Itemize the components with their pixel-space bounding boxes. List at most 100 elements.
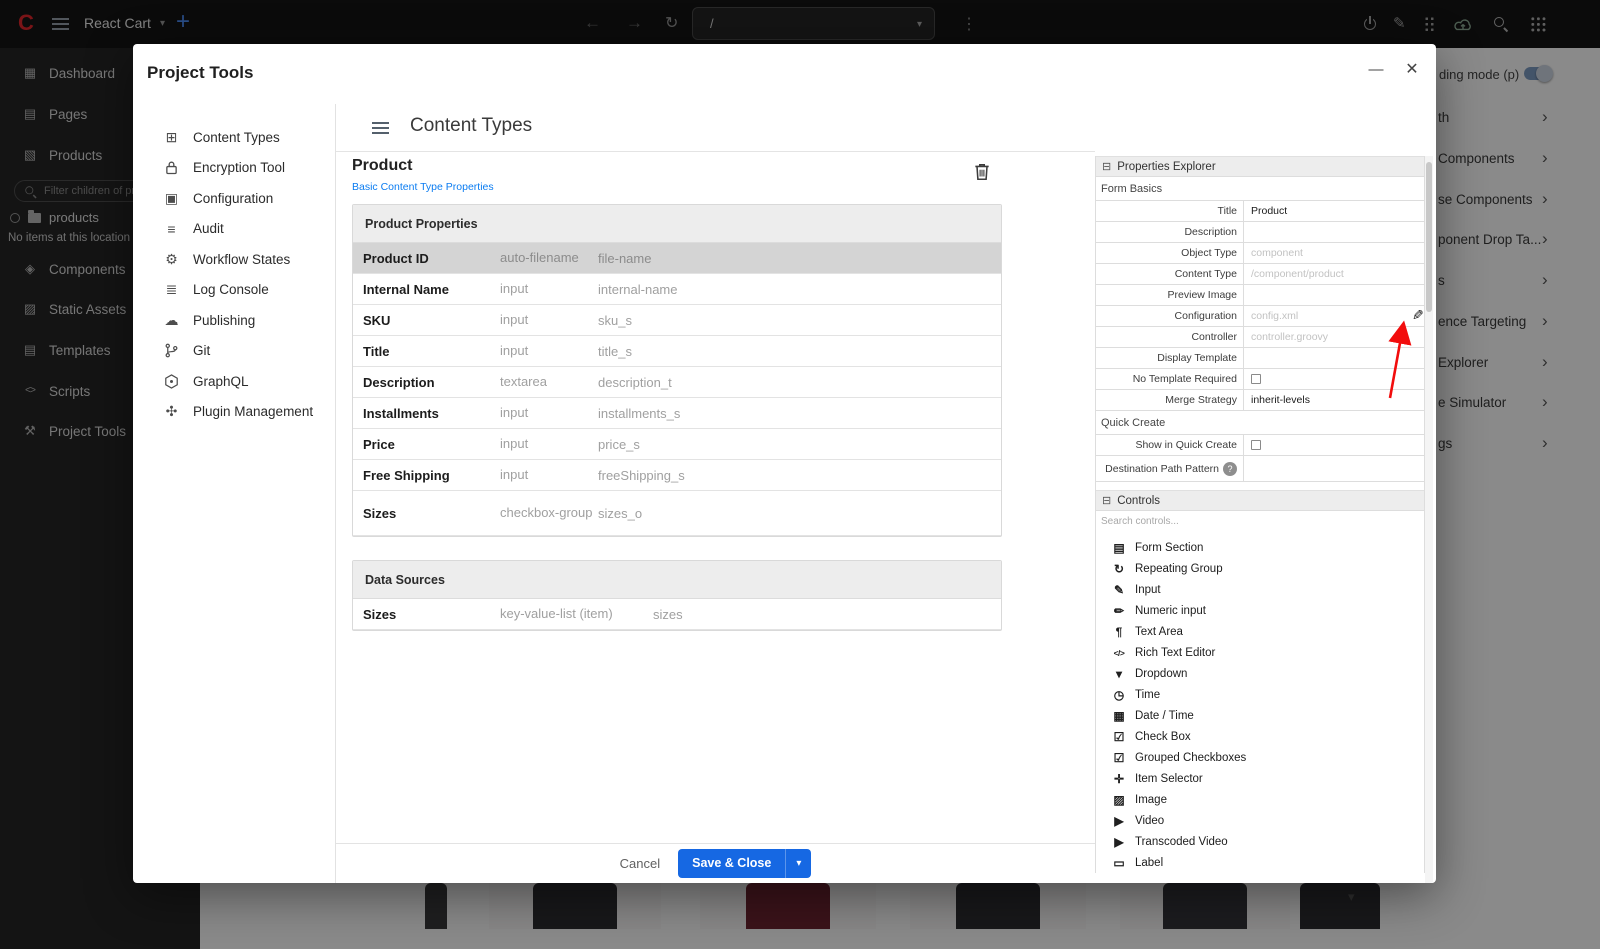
text-area-icon: ¶ xyxy=(1111,625,1127,639)
control-item[interactable]: ✛ Item Selector xyxy=(1096,768,1424,789)
control-item[interactable]: ✎ Input xyxy=(1096,579,1424,600)
cloud-icon: ☁ xyxy=(163,312,180,329)
property-value[interactable]: ✎ xyxy=(1244,456,1424,481)
cancel-button[interactable]: Cancel xyxy=(620,856,660,871)
property-row: Preview Image? ✎ xyxy=(1096,285,1424,306)
explorer-scrollbar[interactable] xyxy=(1425,156,1433,883)
properties-explorer: ⊟ Properties Explorer Form Basics Title?… xyxy=(1095,156,1425,873)
control-item[interactable]: ▨ Image xyxy=(1096,789,1424,810)
nav-workflow-states[interactable]: ⚙ Workflow States xyxy=(133,244,335,275)
property-value[interactable]: ✎ xyxy=(1244,222,1424,242)
nav-encryption-tool[interactable]: Encryption Tool xyxy=(133,153,335,184)
control-item[interactable]: ▭ Label xyxy=(1096,852,1424,873)
property-row: Object Type? component ✎ xyxy=(1096,243,1424,264)
nav-content-types[interactable]: ⊞ Content Types xyxy=(133,122,335,153)
dropdown-icon: ▾ xyxy=(1111,667,1127,681)
item-selector-icon: ✛ xyxy=(1111,772,1127,786)
nav-git[interactable]: Git xyxy=(133,336,335,367)
image-icon: ▨ xyxy=(1111,793,1127,807)
content-types-menu-icon[interactable] xyxy=(372,122,389,134)
controls-search xyxy=(1096,511,1424,529)
control-item[interactable]: ↻ Repeating Group xyxy=(1096,558,1424,579)
scrollbar-thumb[interactable] xyxy=(1426,162,1432,312)
property-value[interactable]: /component/product ✎ xyxy=(1244,264,1424,284)
collapse-icon[interactable]: ⊟ xyxy=(1102,494,1111,507)
gear-icon: ⚙ xyxy=(163,251,180,268)
control-item[interactable]: ¶ Text Area xyxy=(1096,621,1424,642)
form-section-icon: ▤ xyxy=(1111,541,1127,555)
property-value[interactable]: ✎ xyxy=(1244,435,1424,455)
input-icon: ✎ xyxy=(1111,583,1127,597)
field-row[interactable]: Installments input installments_s xyxy=(353,398,1001,429)
property-value[interactable]: component ✎ xyxy=(1244,243,1424,263)
property-row: Show in Quick Create? ✎ xyxy=(1096,435,1424,456)
content-type-name: Product xyxy=(352,157,412,175)
annotation-arrow xyxy=(1380,320,1420,404)
collapse-icon[interactable]: ⊟ xyxy=(1102,160,1111,173)
field-row[interactable]: Internal Name input internal-name xyxy=(353,274,1001,305)
label-icon: ▭ xyxy=(1111,856,1127,870)
field-row[interactable]: SKU input sku_s xyxy=(353,305,1001,336)
controls-list: ▤ Form Section ↻ Repeating Group ✎ Input… xyxy=(1096,529,1424,873)
property-row: Content Type? /component/product ✎ xyxy=(1096,264,1424,285)
field-row[interactable]: Description textarea description_t xyxy=(353,367,1001,398)
basic-properties-link[interactable]: Basic Content Type Properties xyxy=(352,181,494,193)
transcoded-video-icon: ▶ xyxy=(1111,835,1127,849)
field-row[interactable]: Sizes checkbox-group sizes_o xyxy=(353,491,1001,536)
nav-log-console[interactable]: ≣ Log Console xyxy=(133,275,335,306)
nav-audit[interactable]: ≡ Audit xyxy=(133,214,335,245)
controls-header[interactable]: ⊟ Controls xyxy=(1096,490,1424,511)
dialog-title: Project Tools xyxy=(147,63,253,83)
property-checkbox[interactable] xyxy=(1251,374,1261,384)
field-row[interactable]: Price input price_s xyxy=(353,429,1001,460)
nav-configuration[interactable]: ▣ Configuration xyxy=(133,183,335,214)
content-types-title: Content Types xyxy=(410,115,532,137)
minimize-icon[interactable]: — xyxy=(1364,58,1388,82)
rich-text-editor-icon: </> xyxy=(1111,648,1127,658)
dialog-footer: Cancel Save & Close ▾ xyxy=(336,843,1095,883)
control-item[interactable]: ☑ Grouped Checkboxes xyxy=(1096,747,1424,768)
property-value[interactable]: Product ✎ xyxy=(1244,201,1424,221)
check-box-icon: ☑ xyxy=(1111,730,1127,744)
screen: C React Cart ▾ + ← → ↻ / ▾ ⋮ ✎ ▦ Dashboa… xyxy=(0,0,1600,949)
control-item[interactable]: ◷ Time xyxy=(1096,684,1424,705)
control-item[interactable]: ▶ Transcoded Video xyxy=(1096,831,1424,852)
properties-explorer-header[interactable]: ⊟ Properties Explorer xyxy=(1096,156,1424,177)
control-item[interactable]: </> Rich Text Editor xyxy=(1096,642,1424,663)
plugin-icon: ✣ xyxy=(163,403,180,420)
numeric-input-icon: ✏ xyxy=(1111,604,1127,618)
save-close-button[interactable]: Save & Close ▾ xyxy=(678,849,811,878)
data-sources-card: Data Sources Sizes key-value-list (item)… xyxy=(352,560,1002,631)
trash-icon[interactable] xyxy=(973,162,993,182)
property-row: Title? Product ✎ xyxy=(1096,201,1424,222)
control-item[interactable]: ▦ Date / Time xyxy=(1096,705,1424,726)
field-row[interactable]: Free Shipping input freeShipping_s xyxy=(353,460,1001,491)
nav-graphql[interactable]: GraphQL xyxy=(133,366,335,397)
control-item[interactable]: ✏ Numeric input xyxy=(1096,600,1424,621)
grouped-checkboxes-icon: ☑ xyxy=(1111,751,1127,765)
project-tools-dialog: Project Tools — ✕ ⊞ Content Types Encryp… xyxy=(133,44,1436,883)
save-options-caret-icon[interactable]: ▾ xyxy=(785,849,811,878)
property-row: Description? ✎ xyxy=(1096,222,1424,243)
field-row[interactable]: Product ID auto-filename file-name xyxy=(353,243,1001,274)
property-checkbox[interactable] xyxy=(1251,440,1261,450)
nav-publishing[interactable]: ☁ Publishing xyxy=(133,305,335,336)
property-row: No Template Required? ✎ xyxy=(1096,369,1424,390)
control-item[interactable]: ▾ Dropdown xyxy=(1096,663,1424,684)
product-properties-card: Product Properties Product ID auto-filen… xyxy=(352,204,1002,537)
control-item[interactable]: ▤ Form Section xyxy=(1096,537,1424,558)
repeating-group-icon: ↻ xyxy=(1111,562,1127,576)
property-value[interactable]: ✎ xyxy=(1244,285,1424,305)
control-item[interactable]: ▶ Video xyxy=(1096,810,1424,831)
field-row[interactable]: Title input title_s xyxy=(353,336,1001,367)
help-icon[interactable]: ? xyxy=(1223,462,1237,476)
close-icon[interactable]: ✕ xyxy=(1400,58,1424,82)
configuration-icon: ▣ xyxy=(163,190,180,207)
control-item[interactable]: ☑ Check Box xyxy=(1096,726,1424,747)
nav-plugin-management[interactable]: ✣ Plugin Management xyxy=(133,397,335,428)
property-row: Display Template? ✎ xyxy=(1096,348,1424,369)
graphql-hexagon-icon xyxy=(163,374,180,389)
datasource-row[interactable]: Sizes key-value-list (item) sizes xyxy=(353,599,1001,630)
property-row: Merge Strategy? inherit-levels ✎ xyxy=(1096,390,1424,411)
controls-search-input[interactable] xyxy=(1096,513,1424,530)
